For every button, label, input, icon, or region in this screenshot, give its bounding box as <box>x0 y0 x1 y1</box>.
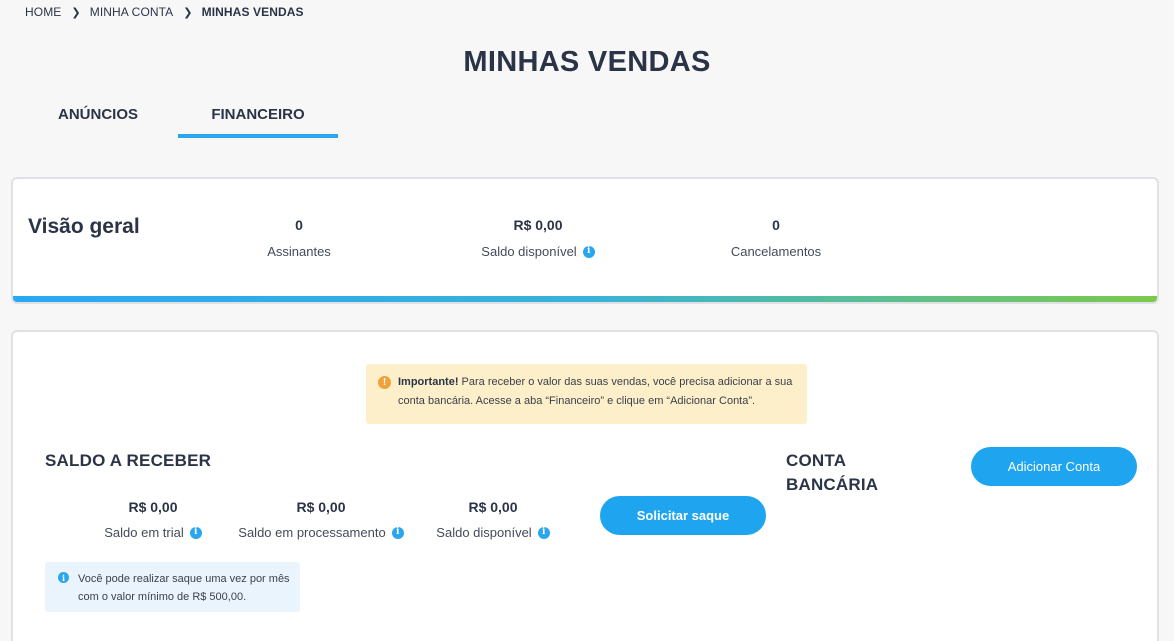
saldo-label: Saldo disponível <box>436 525 532 540</box>
saldo-value: R$ 0,00 <box>296 499 346 515</box>
withdraw-tip: i Você pode realizar saque uma vez por m… <box>45 562 300 612</box>
breadcrumb-current: MINHAS VENDAS <box>201 5 304 19</box>
balance-card: ! Importante! Para receber o valor das s… <box>11 330 1159 641</box>
conta-bancaria-title: CONTA BANCÁRIA <box>786 451 879 494</box>
overview-title: Visão geral <box>28 215 140 238</box>
saldo-trial: R$ 0,00 Saldo em trial i <box>73 499 233 540</box>
stat-value: 0 <box>772 217 780 233</box>
saldo-label: Saldo em processamento <box>238 525 386 540</box>
tab-financeiro[interactable]: FINANCEIRO <box>178 100 338 138</box>
saldo-value: R$ 0,00 <box>468 499 518 515</box>
notice-strong: Importante! <box>398 376 459 388</box>
important-notice: ! Importante! Para receber o valor das s… <box>366 364 807 424</box>
saldo-value: R$ 0,00 <box>128 499 178 515</box>
stat-cancelamentos: 0 Cancelamentos <box>676 217 876 259</box>
tabs: ANÚNCIOS FINANCEIRO <box>18 100 338 138</box>
warning-icon: ! <box>378 376 391 389</box>
stat-value: 0 <box>295 217 303 233</box>
breadcrumb-minha-conta[interactable]: MINHA CONTA <box>90 5 174 19</box>
stat-saldo-disponivel: R$ 0,00 Saldo disponível i <box>438 217 638 259</box>
info-icon[interactable]: i <box>391 526 404 539</box>
info-icon[interactable]: i <box>189 526 202 539</box>
info-icon[interactable]: i <box>582 245 595 258</box>
saldo-processamento: R$ 0,00 Saldo em processamento i <box>225 499 417 540</box>
stat-label: Assinantes <box>267 244 331 259</box>
breadcrumb: HOME ❯ MINHA CONTA ❯ MINHAS VENDAS <box>25 5 304 19</box>
stat-label: Cancelamentos <box>730 244 822 259</box>
info-icon[interactable]: i <box>537 526 550 539</box>
saldo-label: Saldo em trial <box>104 525 184 540</box>
saldo-title: SALDO A RECEBER <box>45 451 212 470</box>
stat-assinantes: 0 Assinantes <box>199 217 399 259</box>
tip-text: Você pode realizar saque uma vez por mês… <box>78 573 290 603</box>
breadcrumb-home[interactable]: HOME <box>25 5 61 19</box>
chevron-right-icon: ❯ <box>71 6 81 19</box>
stat-value: R$ 0,00 <box>513 217 563 233</box>
solicitar-saque-button[interactable]: Solicitar saque <box>600 496 766 535</box>
overview-gradient-bar <box>13 296 1157 302</box>
tab-anuncios[interactable]: ANÚNCIOS <box>18 100 178 138</box>
adicionar-conta-button[interactable]: Adicionar Conta <box>971 447 1137 486</box>
chevron-right-icon: ❯ <box>183 6 193 19</box>
info-icon: i <box>58 572 69 583</box>
stat-label: Saldo disponível <box>481 244 577 259</box>
overview-card: Visão geral 0 Assinantes R$ 0,00 Saldo d… <box>11 177 1159 304</box>
saldo-disponivel: R$ 0,00 Saldo disponível i <box>428 499 558 540</box>
page-title: MINHAS VENDAS <box>463 46 711 78</box>
